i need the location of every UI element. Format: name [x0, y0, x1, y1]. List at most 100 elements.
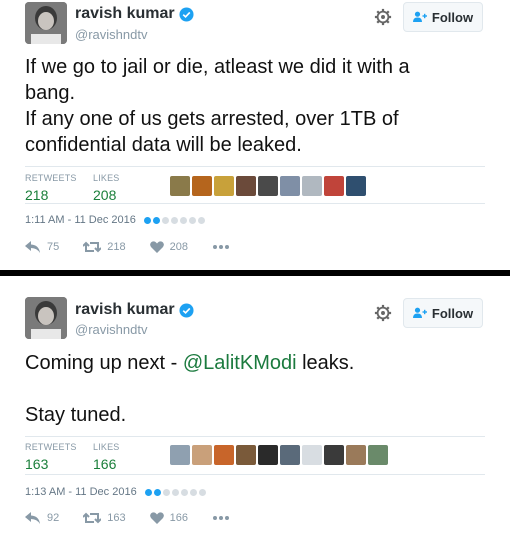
likes-label: LIKES [93, 442, 120, 452]
liker-avatar[interactable] [192, 176, 212, 196]
tweet-actions: 75 218 208 [25, 241, 254, 253]
liker-avatar[interactable] [302, 176, 322, 196]
tweet-text-line: If we go to jail or die, atleast we did … [25, 56, 410, 78]
liker-avatar[interactable] [236, 176, 256, 196]
follow-button[interactable]: Follow [403, 2, 483, 32]
follow-label: Follow [431, 9, 474, 25]
stats-divider [25, 436, 485, 437]
author-name[interactable]: ravish kumar [75, 301, 194, 319]
author-handle[interactable]: @ravishndtv [75, 322, 147, 337]
author-name-text[interactable]: ravish kumar [75, 301, 175, 319]
progress-dot [197, 216, 205, 224]
more-dots-icon [212, 516, 229, 520]
author-name[interactable]: ravish kumar [75, 5, 194, 23]
liker-avatar[interactable] [346, 176, 366, 196]
liker-avatar[interactable] [302, 445, 322, 465]
like-count: 208 [169, 241, 188, 253]
retweets-stat[interactable]: RETWEETS 218 [25, 173, 77, 203]
likes-label: LIKES [93, 173, 120, 183]
liker-avatar[interactable] [258, 445, 278, 465]
retweets-count: 218 [25, 187, 49, 203]
liker-avatar[interactable] [258, 176, 278, 196]
liker-avatar[interactable] [280, 176, 300, 196]
retweet-count: 163 [107, 512, 126, 524]
progress-dot [189, 488, 197, 496]
progress-dot [179, 216, 187, 224]
avatar[interactable] [25, 297, 67, 339]
stats-divider [25, 203, 485, 204]
liker-avatar[interactable] [280, 445, 300, 465]
more-button[interactable] [212, 244, 230, 250]
mention-link[interactable]: @LalitKModi [183, 352, 297, 374]
progress-dot [162, 488, 170, 496]
likers-avatars [170, 176, 366, 196]
retweets-count: 163 [25, 456, 49, 472]
liker-avatar[interactable] [170, 445, 190, 465]
reply-count: 75 [47, 241, 60, 253]
reply-count: 92 [47, 512, 60, 524]
tweet-card-2: ravish kumar @ravishndtv Follow Coming u… [0, 276, 510, 540]
stats-divider [25, 474, 485, 475]
gear-icon[interactable] [374, 8, 392, 26]
heart-icon [149, 512, 164, 524]
reply-button[interactable]: 75 [25, 241, 59, 253]
liker-avatar[interactable] [170, 176, 190, 196]
more-button[interactable] [212, 515, 230, 521]
retweet-button[interactable]: 218 [83, 241, 126, 253]
likes-count: 208 [93, 187, 117, 203]
timestamp[interactable]: 1:13 AM - 11 Dec 2016 [25, 486, 206, 498]
like-button[interactable]: 208 [149, 241, 188, 253]
reply-button[interactable]: 92 [25, 512, 59, 524]
retweets-label: RETWEETS [25, 173, 77, 183]
liker-avatar[interactable] [192, 445, 212, 465]
progress-dot [153, 488, 161, 496]
liker-avatar[interactable] [346, 445, 366, 465]
timestamp[interactable]: 1:11 AM - 11 Dec 2016 [25, 214, 205, 226]
liker-avatar[interactable] [368, 445, 388, 465]
follow-button[interactable]: Follow [403, 298, 483, 328]
likes-stat[interactable]: LIKES 166 [93, 442, 120, 472]
tweet-text: If we go to jail or die, atleast we did … [25, 54, 495, 158]
progress-dot [143, 216, 151, 224]
liker-avatar[interactable] [324, 445, 344, 465]
liker-avatar[interactable] [214, 176, 234, 196]
tweet-text-line: Stay tuned. [25, 404, 127, 426]
verified-badge-icon [179, 302, 194, 318]
like-button[interactable]: 166 [149, 512, 188, 524]
timestamp-text: 1:11 AM - 11 Dec 2016 [25, 214, 136, 226]
retweet-icon [83, 512, 102, 524]
reply-icon [25, 241, 40, 253]
tweet-text-prefix: Coming up next - [25, 352, 183, 374]
reply-icon [25, 512, 40, 524]
add-person-icon [412, 11, 427, 22]
timestamp-text: 1:13 AM - 11 Dec 2016 [25, 486, 137, 498]
avatar[interactable] [25, 2, 67, 44]
progress-dot [188, 216, 196, 224]
retweets-stat[interactable]: RETWEETS 163 [25, 442, 77, 472]
liker-avatar[interactable] [214, 445, 234, 465]
tweet-text-line: confidential data will be leaked. [25, 134, 302, 156]
author-handle[interactable]: @ravishndtv [75, 27, 147, 42]
heart-icon [149, 241, 164, 253]
author-name-text[interactable]: ravish kumar [75, 5, 175, 23]
tweet-text-line: Coming up next - @LalitKModi leaks. [25, 350, 495, 376]
tweet-actions: 92 163 166 [25, 512, 254, 524]
liker-avatar[interactable] [236, 445, 256, 465]
tweet-card-1: ravish kumar @ravishndtv Follow If we go… [0, 0, 510, 270]
likes-stat[interactable]: LIKES 208 [93, 173, 120, 203]
retweet-button[interactable]: 163 [83, 512, 126, 524]
progress-dot [198, 488, 206, 496]
stats-divider [25, 166, 485, 167]
progress-dot [161, 216, 169, 224]
gear-icon[interactable] [374, 304, 392, 322]
tweet-text-line: bang. [25, 82, 76, 104]
liker-avatar[interactable] [324, 176, 344, 196]
progress-dot [144, 488, 152, 496]
progress-dot [152, 216, 160, 224]
tweet-text-suffix: leaks. [296, 352, 355, 374]
retweet-count: 218 [107, 241, 126, 253]
more-dots-icon [212, 245, 229, 249]
likes-count: 166 [93, 456, 117, 472]
like-count: 166 [169, 512, 188, 524]
